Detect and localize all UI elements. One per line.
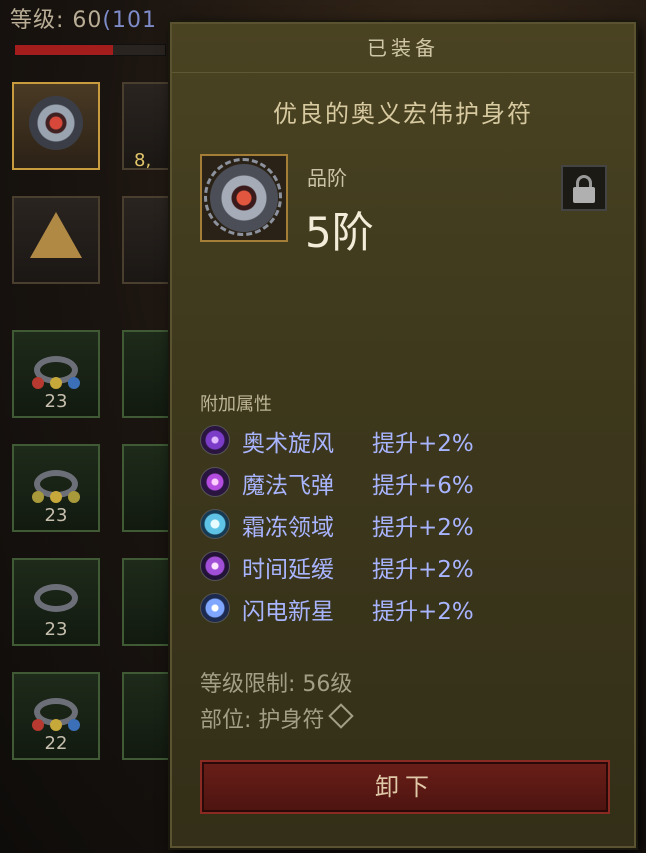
grade-value: 5阶 (305, 208, 374, 257)
attribute-row: 霜冻领域 提升+2% (200, 506, 620, 542)
amulet-icon (29, 96, 83, 150)
ring-slot[interactable]: 23 (12, 330, 100, 418)
amulet-slot-icon (328, 703, 355, 729)
attribute-row: 魔法飞弹 提升+6% (200, 464, 620, 500)
health-bar (14, 44, 166, 56)
equip-slot-text: 部位: 护身符 (200, 708, 325, 733)
item-level: 23 (44, 505, 68, 526)
level-requirement: 等级限制: 56级 (200, 672, 353, 697)
lock-icon[interactable] (561, 165, 607, 211)
equipped-amulet-slot[interactable] (12, 82, 100, 170)
attribute-row: 闪电新星 提升+2% (200, 590, 620, 626)
player-level: 等级: 60 (10, 8, 103, 33)
item-icon-frame (200, 154, 288, 242)
equipped-header: 已装备 (172, 24, 634, 73)
unequip-button[interactable]: 卸下 (200, 760, 610, 814)
ring-icon (34, 583, 78, 612)
arcane-whirlwind-icon (200, 425, 230, 455)
item-level: 23 (44, 619, 68, 640)
health-bar-fill (15, 45, 113, 55)
magic-missile-icon (200, 467, 230, 497)
ring-slot[interactable]: 23 (12, 444, 100, 532)
equip-slot-info: 部位: 护身符 (200, 702, 355, 734)
item-name: 优良的奥义宏伟护身符 (273, 100, 533, 128)
triangle-rune-icon (30, 212, 82, 258)
item-level: 22 (44, 733, 68, 754)
frost-domain-icon (200, 509, 230, 539)
rune-slot[interactable] (12, 196, 100, 284)
ring-slot[interactable]: 22 (12, 672, 100, 760)
attributes-label: 附加属性 (200, 394, 272, 415)
gold-amount: 8, (134, 150, 152, 171)
item-tooltip: 已装备 优良的奥义宏伟护身符 品阶 5阶 附加属性 奥术旋风 提升+2% 魔法飞… (170, 22, 636, 848)
grade-label: 品阶 (307, 166, 347, 190)
attribute-row: 时间延缓 提升+2% (200, 548, 620, 584)
item-level: 23 (44, 391, 68, 412)
frost-nova-icon (200, 593, 230, 623)
paragon-level: (101 (102, 8, 157, 33)
attribute-row: 奥术旋风 提升+2% (200, 422, 620, 458)
ring-slot[interactable]: 23 (12, 558, 100, 646)
time-slow-icon (200, 551, 230, 581)
